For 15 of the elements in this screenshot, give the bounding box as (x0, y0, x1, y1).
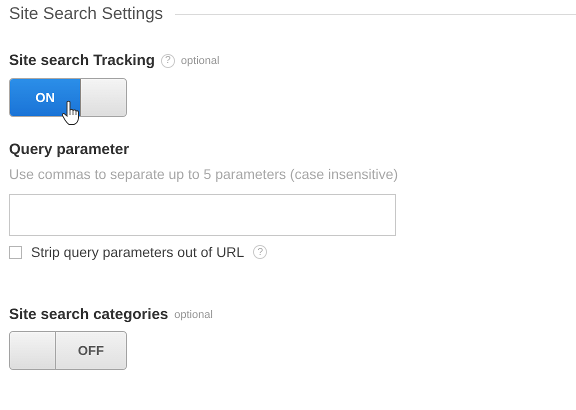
optional-note: optional (174, 308, 213, 320)
hand-cursor-icon (61, 100, 81, 126)
help-icon[interactable]: ? (160, 54, 175, 68)
section-title: Site Search Settings (9, 4, 164, 24)
optional-note: optional (180, 54, 220, 66)
setting-label: Query parameter (9, 141, 130, 158)
toggle-switch[interactable]: ON (9, 78, 127, 117)
checkbox-label[interactable]: Strip query parameters out of URL (31, 244, 244, 260)
query-parameter-field[interactable] (9, 194, 396, 236)
hint-text: Use commas to separate up to 5 parameters (case insensitive) (9, 166, 398, 182)
help-icon[interactable]: ? (253, 245, 268, 259)
setting-label: Site search categories (9, 306, 168, 323)
setting-label: Site search Tracking (9, 52, 155, 69)
checkbox[interactable] (9, 246, 22, 258)
toggle-switch[interactable]: OFF (9, 331, 127, 370)
